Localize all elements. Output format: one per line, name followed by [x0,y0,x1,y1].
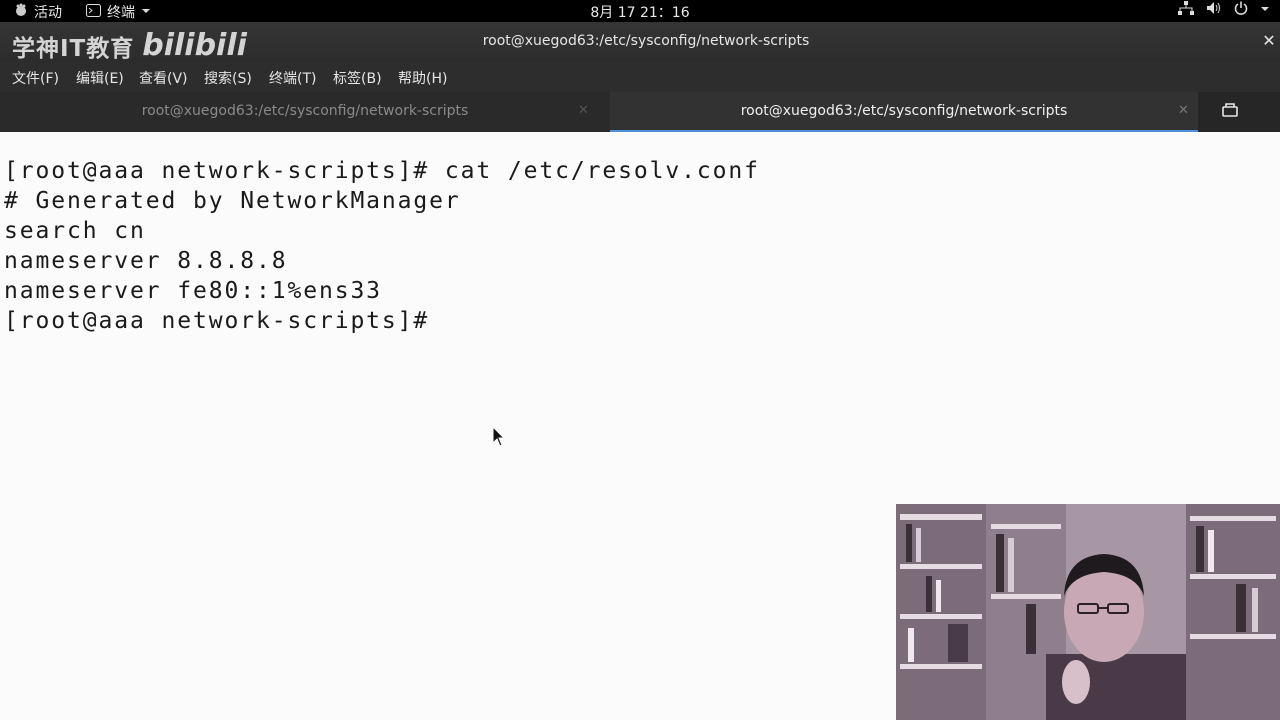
terminal-app-icon [86,3,101,21]
terminal-line: nameserver fe80::1%ens33 [4,278,382,304]
power-icon[interactable] [1234,1,1248,19]
mouse-pointer-icon [492,425,506,452]
title-bar[interactable]: 学神IT教育 bilibili root@xuegod63:/etc/sysco… [0,22,1280,63]
terminal-line: nameserver 8.8.8.8 [4,248,288,274]
tab-label: root@xuegod63:/etc/sysconfig/network-scr… [740,103,1068,119]
terminal-line: # Generated by NetworkManager [4,188,461,214]
app-menu-label: 终端 [107,5,135,21]
window-title: root@xuegod63:/etc/sysconfig/network-scr… [482,33,810,49]
menu-view[interactable]: 查看(V) [139,68,188,88]
presenter-video-image [896,504,1280,720]
chevron-down-icon[interactable] [1260,2,1270,18]
terminal-prompt-line: [root@aaa network-scripts]# [4,308,430,334]
close-icon[interactable]: ✕ [1178,103,1189,118]
menu-terminal[interactable]: 终端(T) [269,68,316,88]
volume-icon[interactable] [1206,1,1222,19]
tab-active[interactable]: root@xuegod63:/etc/sysconfig/network-scr… [610,92,1198,132]
tab-inactive[interactable]: root@xuegod63:/etc/sysconfig/network-scr… [0,92,610,132]
menu-search[interactable]: 搜索(S) [204,68,252,88]
clock[interactable]: 8月 17 21：16 [590,5,689,21]
menu-tabs[interactable]: 标签(B) [333,68,382,88]
window-close-button[interactable]: ✕ [1258,30,1280,52]
menu-file[interactable]: 文件(F) [12,68,59,88]
close-icon[interactable]: ✕ [578,103,589,118]
chevron-down-icon [141,4,151,20]
network-icon[interactable] [1178,1,1194,19]
activities-label: 活动 [34,5,62,21]
gnome-foot-icon [14,3,28,21]
menu-help[interactable]: 帮助(H) [398,68,447,88]
terminal-line: search cn [4,218,146,244]
menu-edit[interactable]: 编辑(E) [76,68,124,88]
menu-bar: 文件(F) 编辑(E) 查看(V) 搜索(S) 终端(T) 标签(B) 帮助(H… [0,62,1280,92]
tab-label: root@xuegod63:/etc/sysconfig/network-scr… [141,103,469,119]
system-tray[interactable] [1178,1,1270,19]
terminal-line: [root@aaa network-scripts]# cat /etc/res… [4,158,760,184]
activities-button[interactable]: 活动 [14,2,62,22]
tab-overview-icon [1222,101,1238,122]
app-menu[interactable]: 终端 [86,2,151,22]
close-icon: ✕ [1262,31,1276,50]
webcam-overlay [896,504,1280,720]
tab-menu-button[interactable] [1198,92,1262,132]
tab-bar: root@xuegod63:/etc/sysconfig/network-scr… [0,92,1280,132]
top-bar: 活动 终端 8月 17 21：16 [0,0,1280,22]
